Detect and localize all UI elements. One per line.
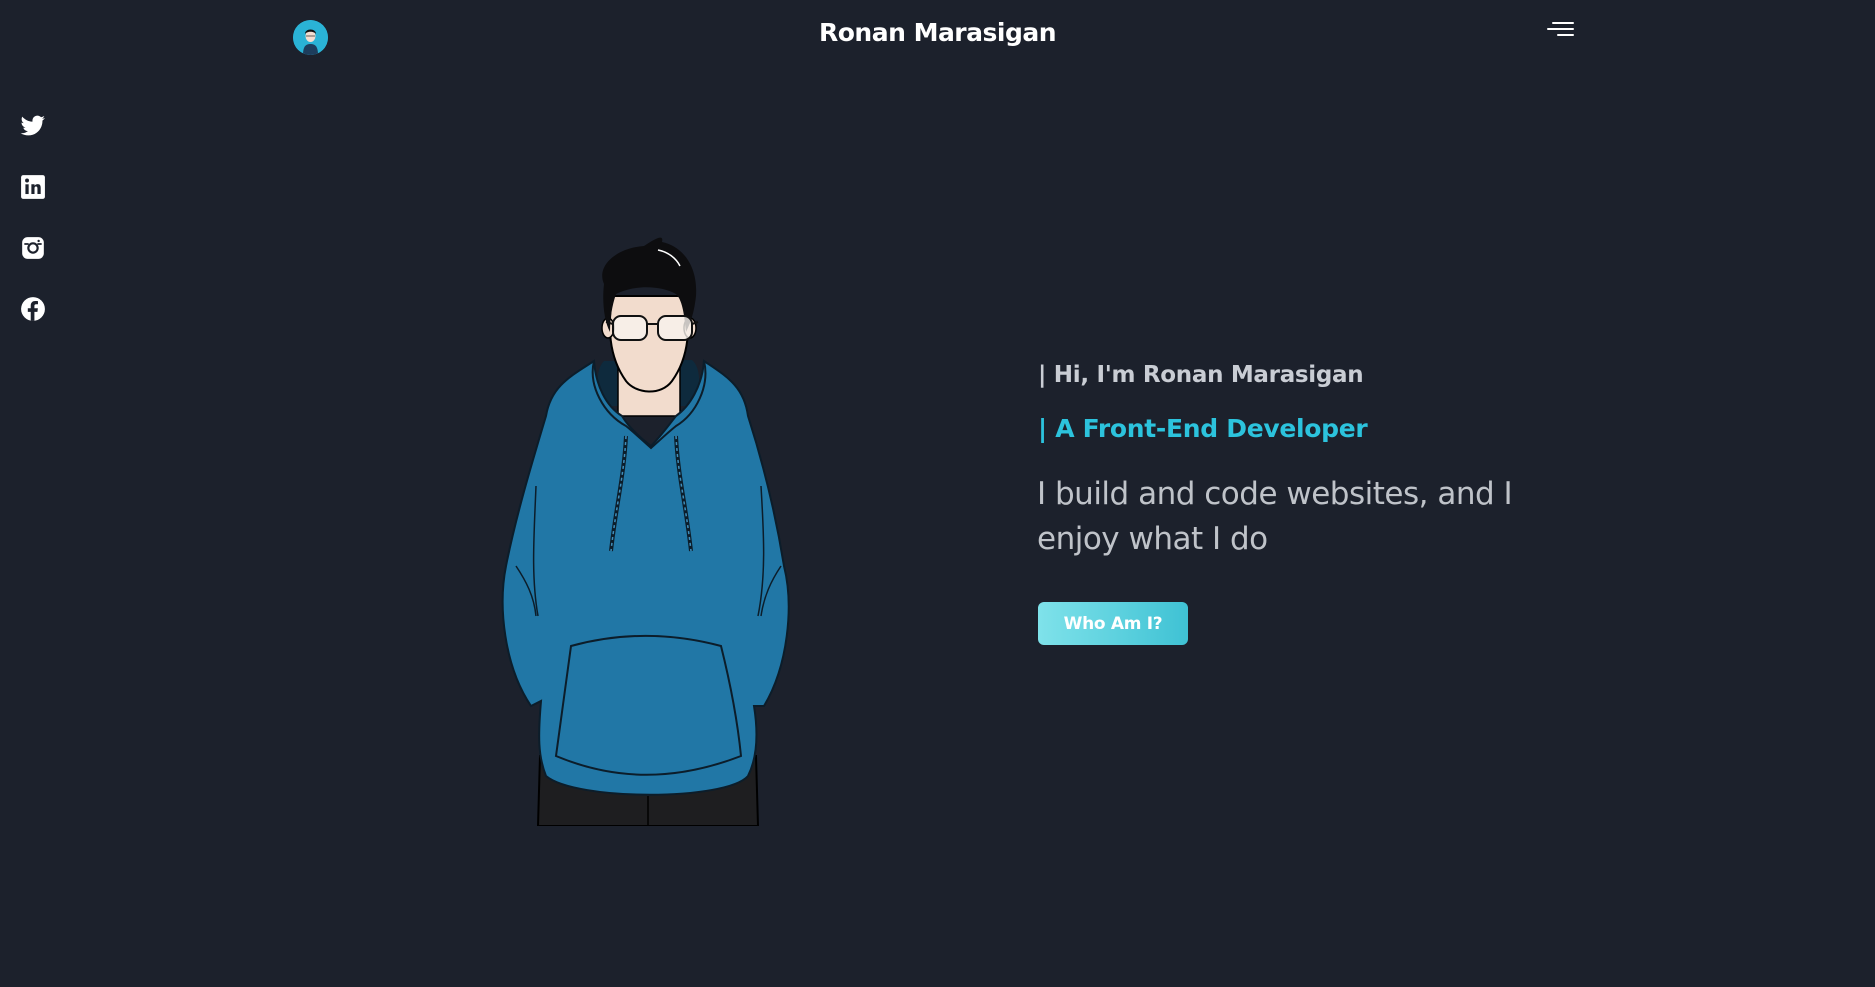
site-title[interactable]: Ronan Marasigan bbox=[0, 18, 1875, 47]
linkedin-icon[interactable] bbox=[20, 174, 46, 200]
who-am-i-button[interactable]: Who Am I? bbox=[1038, 602, 1188, 645]
developer-illustration bbox=[476, 236, 816, 827]
instagram-icon[interactable] bbox=[20, 235, 46, 261]
hero-tagline: I build and code websites, and I enjoy w… bbox=[1037, 476, 1513, 557]
page: Ronan Marasigan | Hi, I'm Ronan Marasiga… bbox=[0, 0, 1875, 987]
hamburger-menu-icon[interactable] bbox=[1545, 20, 1575, 44]
hero-greeting: | Hi, I'm Ronan Marasigan bbox=[1038, 362, 1364, 388]
hero-role: | A Front-End Developer bbox=[1038, 414, 1368, 443]
facebook-icon[interactable] bbox=[20, 296, 46, 322]
twitter-icon[interactable] bbox=[20, 113, 46, 139]
